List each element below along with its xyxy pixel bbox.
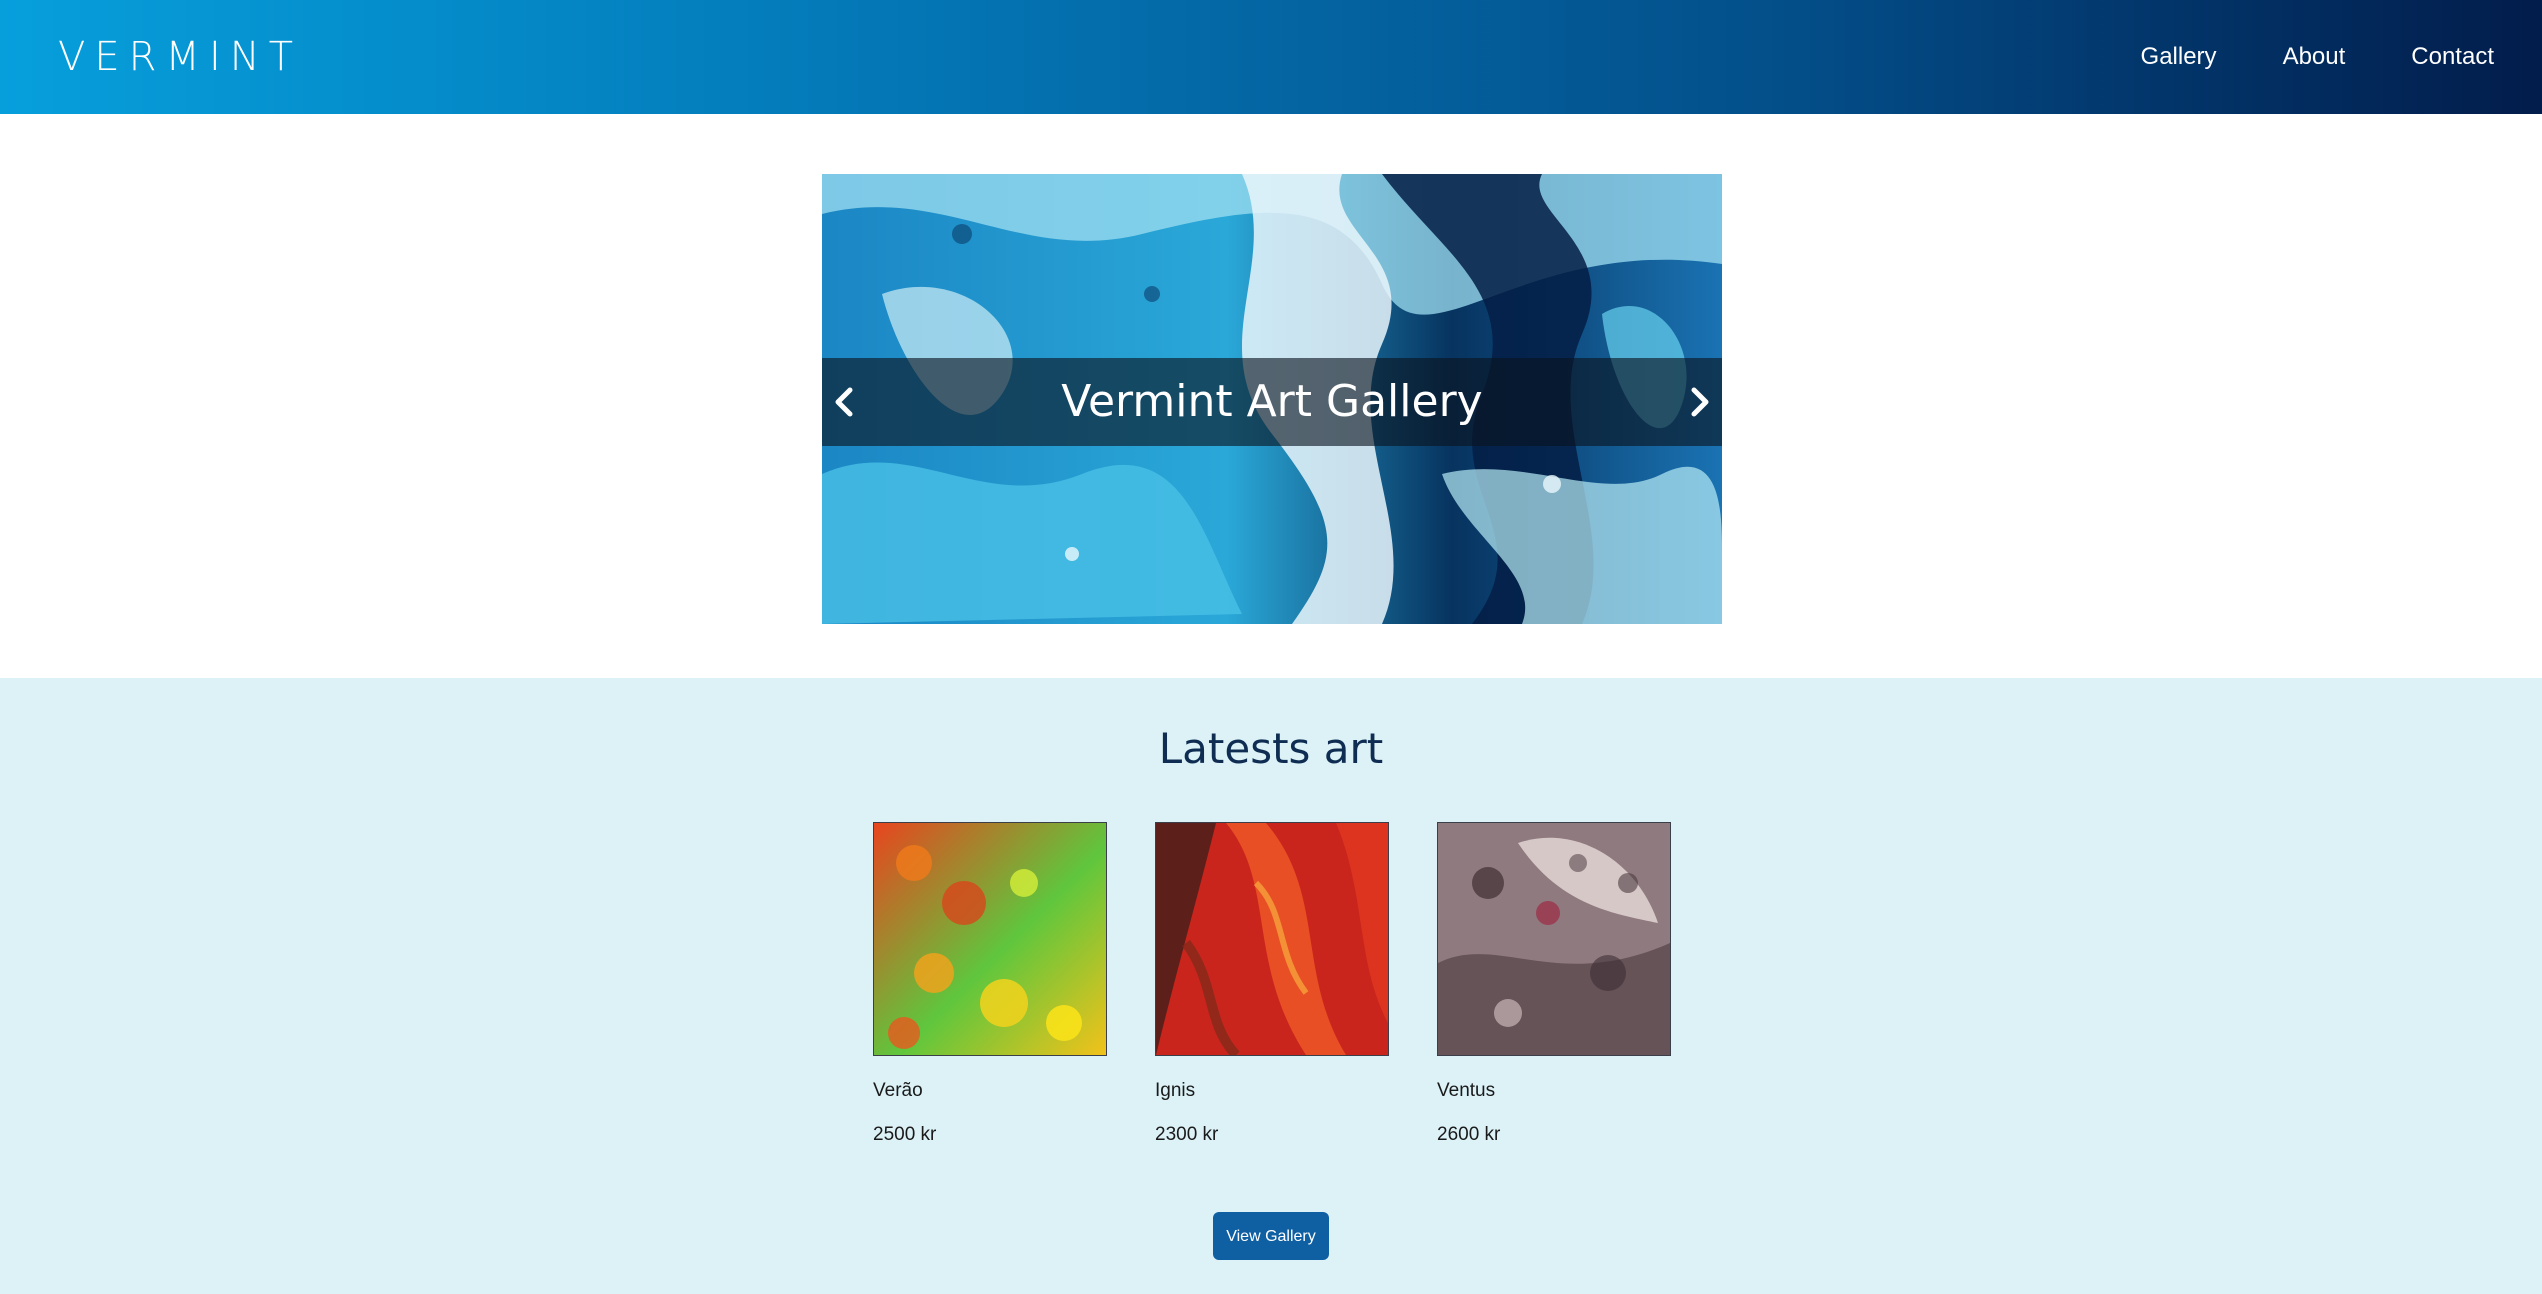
nav-link-gallery[interactable]: Gallery — [2141, 43, 2217, 71]
view-gallery-button[interactable]: View Gallery — [1213, 1212, 1329, 1260]
art-price: 2500 kr — [873, 1124, 937, 1145]
section-title: Latests art — [1158, 724, 1384, 773]
chevron-left-icon[interactable] — [824, 382, 864, 422]
art-thumbnail-ignis[interactable] — [1155, 822, 1389, 1056]
hero-caption: Vermint Art Gallery — [1061, 376, 1483, 427]
hero-slider: Vermint Art Gallery — [822, 174, 1722, 624]
art-thumbnail-verao[interactable] — [873, 822, 1107, 1056]
art-name: Verão — [873, 1080, 923, 1101]
art-card[interactable]: Ventus 2600 kr — [1437, 822, 1671, 1146]
art-price: 2600 kr — [1437, 1124, 1501, 1145]
art-card[interactable]: Ignis 2300 kr — [1155, 822, 1389, 1146]
art-thumbnail-ventus[interactable] — [1437, 822, 1671, 1056]
art-card[interactable]: Verão 2500 kr — [873, 822, 1107, 1146]
main-nav: Gallery About Contact — [2075, 0, 2494, 114]
nav-link-about[interactable]: About — [2283, 43, 2346, 71]
art-name: Ignis — [1155, 1080, 1196, 1101]
latest-art-section: Latests art Verão 2500 kr Ignis 2300 kr … — [0, 678, 2542, 1294]
art-price: 2300 kr — [1155, 1124, 1219, 1145]
chevron-right-icon[interactable] — [1680, 382, 1720, 422]
site-logo[interactable]: VERMINT — [58, 0, 302, 114]
site-header: VERMINT Gallery About Contact — [0, 0, 2542, 114]
nav-link-contact[interactable]: Contact — [2411, 43, 2494, 71]
art-name: Ventus — [1437, 1080, 1496, 1101]
